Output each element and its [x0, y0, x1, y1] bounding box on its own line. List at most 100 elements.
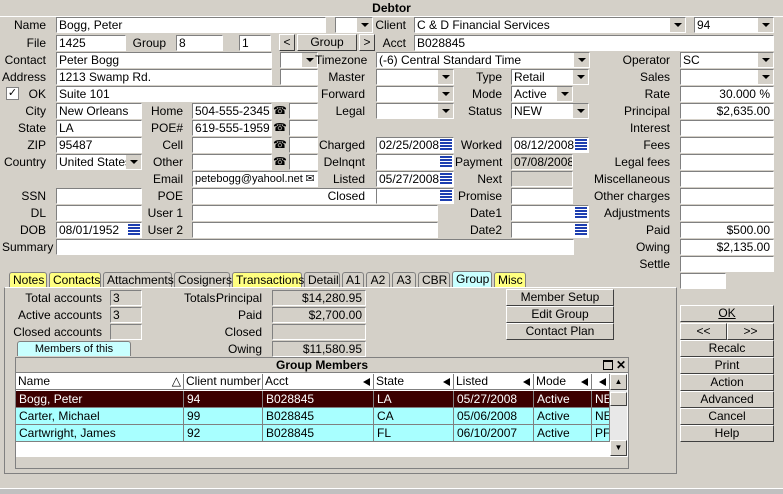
calendar-icon[interactable] [575, 139, 587, 151]
tab-contacts[interactable]: Contacts [49, 272, 101, 287]
operator-select[interactable]: SC [680, 52, 774, 68]
cell-phone-field[interactable] [192, 137, 272, 153]
col-header-client-number[interactable]: Client number [184, 374, 263, 390]
col-header-name[interactable]: Name △ [16, 374, 184, 390]
chevron-down-icon[interactable] [758, 53, 773, 67]
poe-ext-field[interactable] [289, 120, 318, 136]
next-record-button[interactable]: >> [727, 323, 774, 340]
calendar-icon[interactable] [440, 139, 452, 151]
name-field[interactable]: Bogg, Peter [56, 17, 326, 33]
print-button[interactable]: Print [680, 357, 774, 374]
status-select[interactable]: NEW [511, 103, 589, 119]
state-field[interactable]: LA [56, 120, 142, 136]
tab-notes[interactable]: Notes [9, 272, 47, 287]
chevron-down-icon[interactable] [557, 87, 572, 101]
home-ext-field[interactable] [289, 103, 318, 119]
home-phone-field[interactable]: 504-555-2345 [192, 103, 272, 119]
misc-field[interactable] [680, 171, 774, 187]
table-row[interactable]: Cartwright, James 92 B028845 FL 06/10/2007 Ac… [16, 425, 610, 442]
ssn-field[interactable] [56, 188, 142, 204]
user2-field[interactable] [192, 222, 438, 238]
chevron-down-icon[interactable] [574, 53, 589, 67]
settle-field[interactable] [680, 256, 774, 272]
master-select[interactable] [376, 69, 454, 85]
calendar-icon[interactable] [440, 173, 452, 185]
action-button[interactable]: Action [680, 374, 774, 391]
phone-icon[interactable]: ☎ [273, 121, 287, 135]
phone-icon[interactable]: ☎ [273, 155, 287, 169]
group-button[interactable]: Group [297, 34, 357, 51]
poe-phone-field[interactable]: 619-555-1959 [192, 120, 272, 136]
phone-icon[interactable]: ☎ [273, 104, 287, 118]
advanced-button[interactable]: Advanced [680, 391, 774, 408]
timezone-select[interactable]: (-6) Central Standard Time [376, 52, 590, 68]
owing-field[interactable]: $2,135.00 [680, 239, 774, 255]
group-sub-field[interactable]: 1 [239, 35, 271, 51]
sales-select[interactable] [680, 69, 774, 85]
tab-transactions[interactable]: Transactions [232, 272, 304, 287]
promise-field[interactable] [511, 188, 573, 204]
rate-field[interactable]: 30.000 % [680, 86, 774, 102]
forward-select[interactable] [376, 86, 454, 102]
user1-field[interactable] [192, 205, 438, 221]
col-header-state[interactable]: State [374, 374, 454, 390]
address-line1-field[interactable]: 1213 Swamp Rd. [56, 69, 272, 85]
chevron-down-icon[interactable] [438, 87, 453, 101]
contact-field[interactable]: Peter Bogg [56, 52, 272, 68]
settle-extra-field[interactable] [680, 273, 726, 289]
calendar-icon[interactable] [575, 207, 587, 219]
group-number-field[interactable]: 8 [176, 35, 223, 51]
members-of-group-tab[interactable]: Members of this group [17, 341, 131, 369]
city-field[interactable]: New Orleans [56, 103, 142, 119]
chevron-down-icon[interactable] [573, 70, 588, 84]
chevron-down-icon[interactable] [758, 70, 773, 84]
col-header-status[interactable] [592, 374, 610, 390]
table-row[interactable]: Carter, Michael 99 B028845 CA 05/06/2008 Acti… [16, 408, 610, 425]
delnqnt-date-field[interactable] [376, 154, 454, 170]
mode-select[interactable]: Active [511, 86, 573, 102]
prev-record-button[interactable]: << [680, 323, 727, 340]
chevron-down-icon[interactable] [438, 70, 453, 84]
maximize-icon[interactable] [603, 360, 613, 370]
tab-detail[interactable]: Detail [304, 272, 340, 287]
tab-attachments[interactable]: Attachments [103, 272, 174, 287]
client-number-select[interactable]: 94 [694, 17, 774, 33]
address-line2-field[interactable]: Suite 101 [56, 86, 318, 102]
member-setup-button[interactable]: Member Setup [506, 289, 614, 306]
col-header-listed[interactable]: Listed [454, 374, 534, 390]
recalc-button[interactable]: Recalc [680, 340, 774, 357]
close-icon[interactable]: ✕ [616, 358, 626, 372]
date2-field[interactable] [511, 222, 589, 238]
worked-date-field[interactable]: 08/12/2008 [511, 137, 589, 153]
client-select[interactable]: C & D Financial Services [414, 17, 686, 33]
scroll-thumb[interactable] [610, 392, 627, 406]
edit-group-button[interactable]: Edit Group [506, 306, 614, 323]
chevron-down-icon[interactable] [126, 155, 141, 169]
contact-dropdown[interactable] [280, 52, 318, 68]
file-field[interactable]: 1425 [56, 35, 126, 51]
country-select[interactable]: United States [56, 154, 142, 170]
legal-select[interactable] [376, 103, 454, 119]
chevron-down-icon[interactable] [670, 18, 685, 32]
tab-a3[interactable]: A3 [392, 272, 416, 287]
col-header-mode[interactable]: Mode [534, 374, 592, 390]
summary-field[interactable] [56, 239, 574, 255]
chevron-down-icon[interactable] [758, 18, 773, 32]
other-ext-field[interactable] [289, 154, 318, 170]
zip-field[interactable]: 95487 [56, 137, 142, 153]
interest-field[interactable] [680, 120, 774, 136]
col-header-acct[interactable]: Acct [263, 374, 374, 390]
calendar-icon[interactable] [440, 156, 452, 168]
tab-misc[interactable]: Misc [494, 272, 526, 287]
listed-date-field[interactable]: 05/27/2008 [376, 171, 454, 187]
ok-button[interactable]: OK [680, 305, 774, 322]
adjustments-field[interactable] [680, 205, 774, 221]
group-prev-button[interactable]: < [279, 34, 295, 51]
phone-icon[interactable]: ☎ [273, 138, 287, 152]
scroll-up-icon[interactable]: ▲ [610, 374, 627, 390]
tab-cosigners[interactable]: Cosigners [174, 272, 232, 287]
contact-plan-button[interactable]: Contact Plan [506, 323, 614, 340]
principal-field[interactable]: $2,635.00 [680, 103, 774, 119]
ok-checkbox[interactable]: ✓ [6, 87, 19, 100]
type-select[interactable]: Retail [511, 69, 589, 85]
